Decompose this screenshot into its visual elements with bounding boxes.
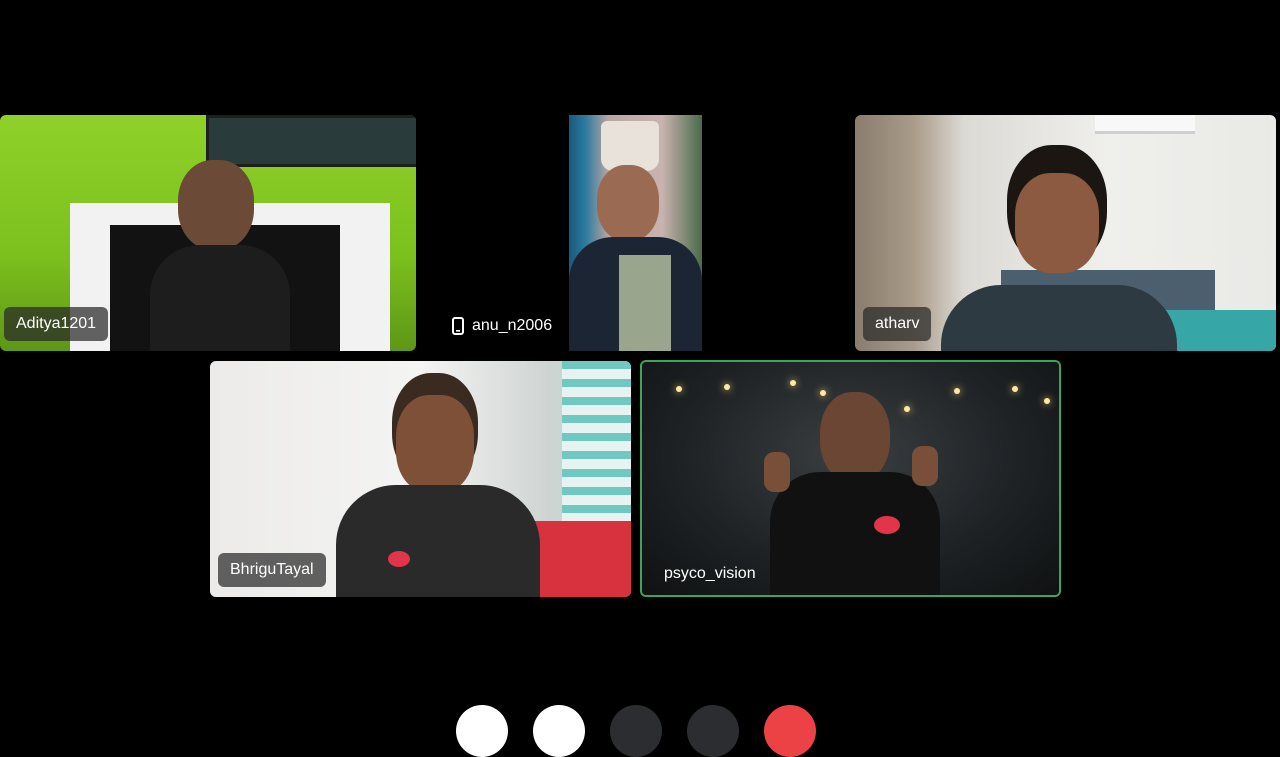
person-silhouette [150, 160, 290, 351]
mobile-device-icon [452, 317, 464, 335]
participant-name: BhriguTayal [230, 561, 314, 578]
video-tile-bhrigutayal[interactable]: BhriguTayal [210, 361, 631, 597]
air-conditioner [1095, 115, 1195, 134]
video-tile-psyco-vision[interactable]: psyco_vision [640, 360, 1061, 597]
participant-name-chip: psyco_vision [652, 557, 768, 591]
person-silhouette [336, 373, 540, 597]
participant-name-chip: Aditya1201 [4, 307, 109, 341]
person-silhouette [734, 392, 1004, 595]
participant-name: Aditya1201 [16, 315, 97, 332]
participant-name-chip: BhriguTayal [218, 553, 326, 587]
video-tile-anu-n2006[interactable] [569, 115, 702, 351]
lamp-shade [601, 121, 659, 171]
video-tile-aditya1201[interactable]: Aditya1201 [0, 115, 416, 351]
participant-name-chip: anu_n2006 [440, 309, 564, 343]
video-tile-atharv[interactable]: atharv [855, 115, 1276, 351]
participant-name: atharv [875, 315, 920, 332]
person-silhouette [569, 165, 702, 351]
participant-name: psyco_vision [664, 565, 756, 582]
participant-name-chip: atharv [863, 307, 932, 341]
participant-name: anu_n2006 [472, 317, 553, 334]
bed [530, 521, 631, 597]
curtain [562, 361, 631, 526]
person-silhouette [941, 145, 1177, 351]
